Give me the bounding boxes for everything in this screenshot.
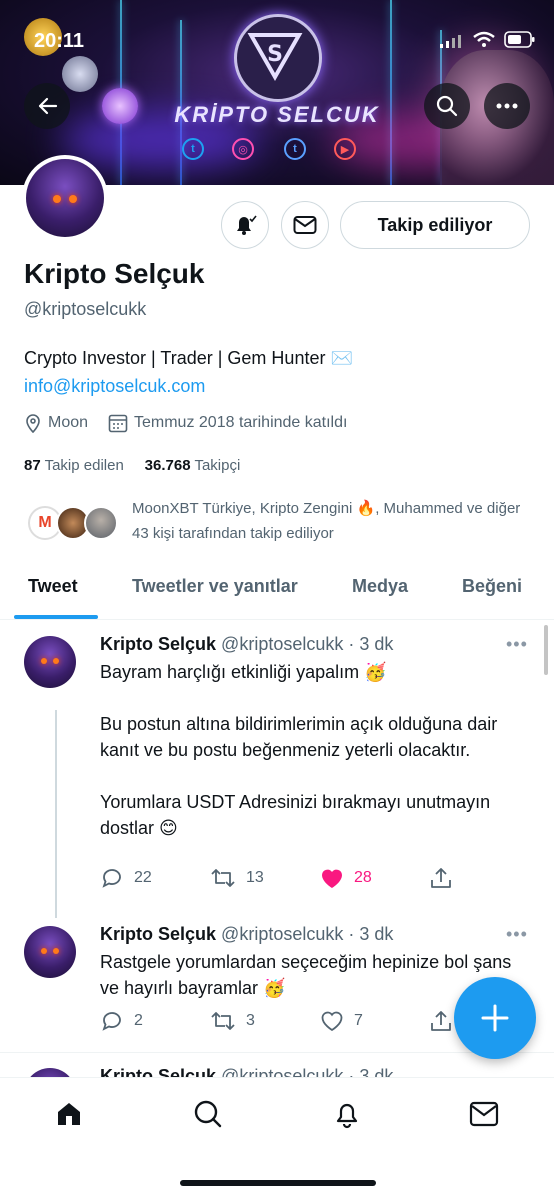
- tabs-divider: [0, 619, 554, 620]
- share-icon: [431, 1011, 451, 1031]
- calendar-icon: [108, 414, 128, 433]
- banner-logo: S: [234, 14, 322, 102]
- profile-email-link[interactable]: info@kriptoselcuk.com: [24, 376, 205, 397]
- search-button[interactable]: [424, 83, 470, 129]
- reply-icon: [102, 869, 121, 888]
- following-count: 87: [24, 457, 41, 474]
- followed-by-text[interactable]: MoonXBT Türkiye, Kripto Zengini 🔥, Muham…: [132, 496, 532, 546]
- profile-name: Kripto Selçuk: [24, 258, 205, 289]
- tweet-header: Kripto Selçuk @kriptoselcukk · 3 dk: [100, 924, 393, 945]
- plus-icon: [481, 1004, 509, 1032]
- retweet-count: 13: [246, 869, 264, 886]
- tweet-author-handle: @kriptoselcukk · 3 dk: [221, 634, 394, 654]
- battery-icon: [504, 31, 536, 53]
- share-icon: [431, 868, 451, 888]
- instagram-icon: ◎: [232, 138, 254, 160]
- message-button[interactable]: [281, 201, 329, 249]
- retweet-icon: [211, 869, 235, 887]
- joined-info: Temmuz 2018 tarihinde katıldı: [108, 413, 347, 433]
- share-button[interactable]: [430, 866, 540, 890]
- profile-handle: @kriptoselcukk: [24, 299, 147, 319]
- tab-tweets-and-replies[interactable]: Tweetler ve yanıtlar: [132, 576, 298, 597]
- retweet-button[interactable]: 13: [210, 866, 320, 890]
- home-indicator: [180, 1180, 376, 1186]
- retweet-count: 3: [246, 1012, 255, 1029]
- profile-avatar[interactable]: [22, 155, 108, 241]
- following-button[interactable]: Takip ediliyor: [340, 201, 530, 249]
- profile-bio: Crypto Investor | Trader | Gem Hunter ✉️: [24, 348, 353, 368]
- retweet-icon: [211, 1012, 235, 1030]
- nav-messages-button[interactable]: [464, 1094, 504, 1134]
- scrollbar[interactable]: [544, 625, 548, 675]
- heart-icon: [321, 1011, 343, 1032]
- bell-icon: [336, 1103, 358, 1129]
- follower-avatar-muhammed: [84, 506, 118, 540]
- tab-likes[interactable]: Beğeni: [462, 576, 522, 597]
- tweet-author-name[interactable]: Kripto Selçuk: [100, 634, 216, 654]
- reply-button[interactable]: 22: [100, 866, 210, 890]
- arrow-left-icon: [38, 97, 58, 115]
- retweet-button[interactable]: 3: [210, 1009, 320, 1033]
- following-label: Takip edilen: [44, 457, 124, 474]
- reply-count: 2: [134, 1012, 143, 1029]
- notifications-toggle-button[interactable]: [221, 201, 269, 249]
- like-count: 28: [354, 869, 372, 886]
- nav-home-button[interactable]: [49, 1094, 89, 1134]
- like-button[interactable]: 7: [320, 1010, 430, 1032]
- search-icon: [194, 1100, 222, 1128]
- status-time: 20:11: [34, 30, 85, 52]
- reply-button[interactable]: 2: [100, 1009, 210, 1033]
- tweet-author-handle: @kriptoselcukk · 3 dk: [221, 924, 394, 944]
- youtube-icon: ▶: [334, 138, 356, 160]
- profile-banner[interactable]: S KRİPTO SELCUK t ◎ t ▶: [0, 0, 554, 185]
- tumblr-icon: t: [284, 138, 306, 160]
- ethereum-coin-icon: [62, 56, 98, 92]
- tab-tweet[interactable]: Tweet: [28, 576, 78, 597]
- nav-search-button[interactable]: [188, 1094, 228, 1134]
- tweet-avatar[interactable]: [24, 926, 76, 978]
- thread-line: [55, 710, 57, 918]
- tweet-author-name[interactable]: Kripto Selçuk: [100, 924, 216, 944]
- tweet-more-button[interactable]: •••: [506, 924, 528, 945]
- twitter-icon: t: [182, 138, 204, 160]
- home-icon: [58, 1103, 80, 1125]
- more-horizontal-icon: [496, 103, 518, 109]
- followers-count: 36.768: [144, 457, 191, 474]
- nav-notifications-button[interactable]: [327, 1094, 367, 1134]
- tweet-text: Rastgele yorumlardan seçeceğim hepinize …: [100, 952, 512, 998]
- svg-text:S: S: [267, 42, 283, 67]
- tweet-divider: [0, 1052, 554, 1053]
- tweet-text: Bayram harçlığı etkinliği yapalım 🥳 Bu p…: [100, 662, 498, 838]
- compose-tweet-button[interactable]: [454, 977, 536, 1059]
- more-options-button[interactable]: [484, 83, 530, 129]
- envelope-icon: [293, 216, 317, 234]
- like-count: 7: [354, 1012, 363, 1029]
- reply-icon: [102, 1012, 121, 1031]
- location-pin-icon: [26, 414, 40, 433]
- location-text: Moon: [48, 414, 89, 431]
- bell-check-icon: [237, 215, 257, 235]
- tweet-header: Kripto Selçuk @kriptoselcukk · 3 dk: [100, 634, 393, 655]
- tweet-avatar[interactable]: [24, 636, 76, 688]
- tweet-actions: 22 13 28: [100, 866, 540, 890]
- search-icon: [436, 95, 458, 117]
- follow-counts: 87 Takip edilen 36.768 Takipçi: [24, 457, 240, 474]
- joined-text: Temmuz 2018 tarihinde katıldı: [134, 414, 348, 431]
- following-link[interactable]: 87 Takip edilen: [24, 457, 124, 474]
- tweet-more-button[interactable]: •••: [506, 634, 528, 655]
- signal-icon: [440, 34, 462, 53]
- followers-link[interactable]: 36.768 Takipçi: [145, 457, 241, 474]
- envelope-icon: [469, 1101, 499, 1127]
- tab-media[interactable]: Medya: [352, 576, 408, 597]
- location-info: Moon: [24, 413, 88, 433]
- followers-label: Takipçi: [194, 457, 241, 474]
- like-button[interactable]: 28: [320, 867, 430, 889]
- reply-count: 22: [134, 869, 152, 886]
- wifi-icon: [472, 30, 496, 53]
- heart-filled-icon: [322, 869, 342, 888]
- back-button[interactable]: [24, 83, 70, 129]
